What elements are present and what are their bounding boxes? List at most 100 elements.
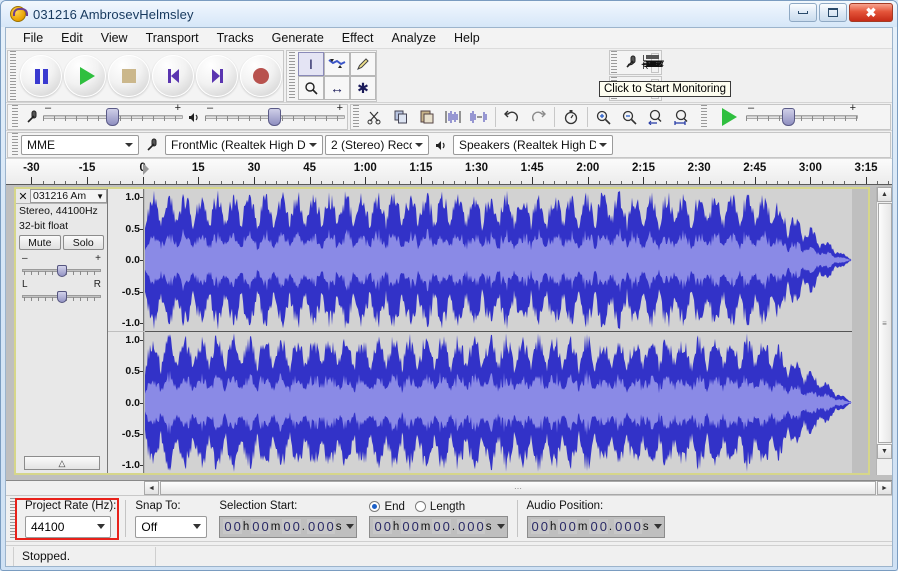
chevron-down-icon[interactable] xyxy=(306,137,320,153)
time-digit[interactable]: 0 xyxy=(539,519,549,534)
recording-meter-grip[interactable] xyxy=(609,51,619,73)
play-at-speed-grip[interactable] xyxy=(699,105,708,129)
scroll-right-button[interactable]: ► xyxy=(877,481,892,495)
draw-tool[interactable] xyxy=(350,52,376,76)
time-digit[interactable]: 0 xyxy=(632,519,642,534)
trim-audio-button[interactable] xyxy=(440,105,466,129)
stop-button[interactable] xyxy=(108,55,150,97)
fit-project-button[interactable] xyxy=(669,105,695,129)
scroll-down-button[interactable]: ▼ xyxy=(877,444,892,459)
scroll-up-button[interactable]: ▲ xyxy=(877,187,892,202)
chevron-down-icon[interactable] xyxy=(596,137,610,153)
track-name-dropdown[interactable]: 031216 Am ▼ xyxy=(30,189,107,203)
track-gain-slider[interactable]: – + xyxy=(16,252,107,278)
horizontal-scroll-thumb[interactable]: ⋯ xyxy=(160,481,876,495)
project-rate-combo[interactable]: 44100 xyxy=(25,515,111,538)
track-collapse-button[interactable]: △ xyxy=(24,456,100,470)
chevron-down-icon[interactable] xyxy=(190,519,204,535)
input-volume-slider[interactable]: – + xyxy=(43,102,183,128)
time-digit[interactable]: 0 xyxy=(432,519,442,534)
play-speed-slider[interactable]: – + xyxy=(746,102,858,128)
time-digit[interactable]: 0 xyxy=(316,519,326,534)
end-radio-label[interactable]: End xyxy=(384,501,404,513)
maximize-button[interactable] xyxy=(819,3,847,22)
paste-button[interactable] xyxy=(414,105,440,129)
time-digit[interactable]: 0 xyxy=(567,519,577,534)
selection-toolbar-grip[interactable] xyxy=(8,498,17,540)
cut-button[interactable] xyxy=(362,105,388,129)
menu-item-file[interactable]: File xyxy=(14,29,52,47)
audio-position-field[interactable]: 00h00m00.000s xyxy=(526,515,665,538)
time-digit[interactable]: 0 xyxy=(558,519,568,534)
waveform-left-channel[interactable] xyxy=(145,189,852,331)
snap-to-combo[interactable]: Off xyxy=(135,515,208,538)
length-radio-label[interactable]: Length xyxy=(430,501,465,513)
gain-slider-thumb[interactable] xyxy=(56,265,67,277)
pan-slider-thumb[interactable] xyxy=(56,291,67,303)
zoom-tool[interactable] xyxy=(298,76,324,100)
multi-tool[interactable]: ✱ xyxy=(350,76,376,100)
time-digit[interactable]: 0 xyxy=(410,519,420,534)
audio-host-combo[interactable]: MME xyxy=(21,135,139,155)
input-volume-thumb[interactable] xyxy=(106,108,119,126)
playhead-indicator[interactable] xyxy=(142,163,149,175)
menu-item-analyze[interactable]: Analyze xyxy=(383,29,445,47)
output-volume-slider[interactable]: – + xyxy=(205,102,345,128)
scroll-left-button[interactable]: ◄ xyxy=(144,481,159,495)
time-digit[interactable]: 0 xyxy=(223,519,233,534)
time-shift-tool[interactable]: ↔ xyxy=(324,76,350,100)
recording-meter-scale[interactable]: -57 -54 -51 -48 -45 -42 -39 -36 -33 -30 -27 -24 -21-… xyxy=(641,52,664,73)
skip-to-start-button[interactable] xyxy=(152,55,194,97)
recording-device-combo[interactable]: FrontMic (Realtek High Def xyxy=(165,135,323,155)
time-digit[interactable]: 0 xyxy=(623,519,633,534)
menu-item-view[interactable]: View xyxy=(92,29,137,47)
time-digit[interactable]: 0 xyxy=(530,519,540,534)
time-digit[interactable]: 0 xyxy=(291,519,301,534)
output-volume-thumb[interactable] xyxy=(268,108,281,126)
time-spinner-icon[interactable] xyxy=(653,518,663,536)
minimize-button[interactable] xyxy=(789,3,817,22)
close-button[interactable]: ✖ xyxy=(849,3,893,22)
zoom-out-button[interactable] xyxy=(617,105,643,129)
pan-slider-control[interactable] xyxy=(22,290,101,304)
audio-track[interactable]: ✕ 031216 Am ▼ Stereo, 44100Hz 32-bit flo… xyxy=(14,187,870,475)
device-toolbar-grip[interactable] xyxy=(10,133,19,157)
time-digit[interactable]: 0 xyxy=(307,519,317,534)
time-digit[interactable]: 0 xyxy=(260,519,270,534)
track-close-button[interactable]: ✕ xyxy=(16,190,30,203)
play-button[interactable] xyxy=(64,55,106,97)
time-digit[interactable]: 0 xyxy=(373,519,383,534)
selection-tool[interactable]: I xyxy=(298,52,324,76)
play-at-speed-button[interactable] xyxy=(710,105,744,129)
time-digit[interactable]: 0 xyxy=(614,519,624,534)
pause-button[interactable] xyxy=(20,55,62,97)
zoom-in-button[interactable] xyxy=(591,105,617,129)
time-digit[interactable]: 0 xyxy=(251,519,261,534)
recording-meter-toolbar[interactable]: L R -57-54-51-48-45-42-39-36-33-30-27-24… xyxy=(608,50,664,75)
timeline-ruler[interactable]: -30 -15 0 15 30 45 1:00 1:15 1:30 1:45 2:00 2:15 2:3… xyxy=(6,159,892,185)
time-digit[interactable]: 0 xyxy=(325,519,335,534)
time-digit[interactable]: 0 xyxy=(475,519,485,534)
mixer-toolbar-grip[interactable] xyxy=(10,105,19,129)
chevron-down-icon[interactable] xyxy=(122,137,136,153)
selection-start-field[interactable]: 00h00m00.000s xyxy=(219,515,358,538)
waveform-right-channel[interactable] xyxy=(145,332,852,473)
undo-button[interactable] xyxy=(499,105,525,129)
menu-item-help[interactable]: Help xyxy=(445,29,489,47)
gain-slider-control[interactable] xyxy=(22,264,101,278)
chevron-down-icon[interactable] xyxy=(94,519,108,535)
solo-button[interactable]: Solo xyxy=(62,235,104,250)
menu-item-effect[interactable]: Effect xyxy=(333,29,383,47)
time-digit[interactable]: 0 xyxy=(401,519,411,534)
time-digit[interactable]: 0 xyxy=(282,519,292,534)
end-radio[interactable] xyxy=(369,501,381,512)
vertical-scroll-thumb[interactable]: ≡ xyxy=(877,203,892,443)
skip-to-end-button[interactable] xyxy=(196,55,238,97)
envelope-tool[interactable] xyxy=(324,52,350,76)
menu-item-generate[interactable]: Generate xyxy=(263,29,333,47)
sync-lock-button[interactable] xyxy=(558,105,584,129)
time-digit[interactable]: 0 xyxy=(598,519,608,534)
vertical-scrollbar[interactable]: ▲ ≡ ▼ xyxy=(876,187,892,475)
time-digit[interactable]: 0 xyxy=(466,519,476,534)
chevron-down-icon[interactable] xyxy=(412,137,426,153)
